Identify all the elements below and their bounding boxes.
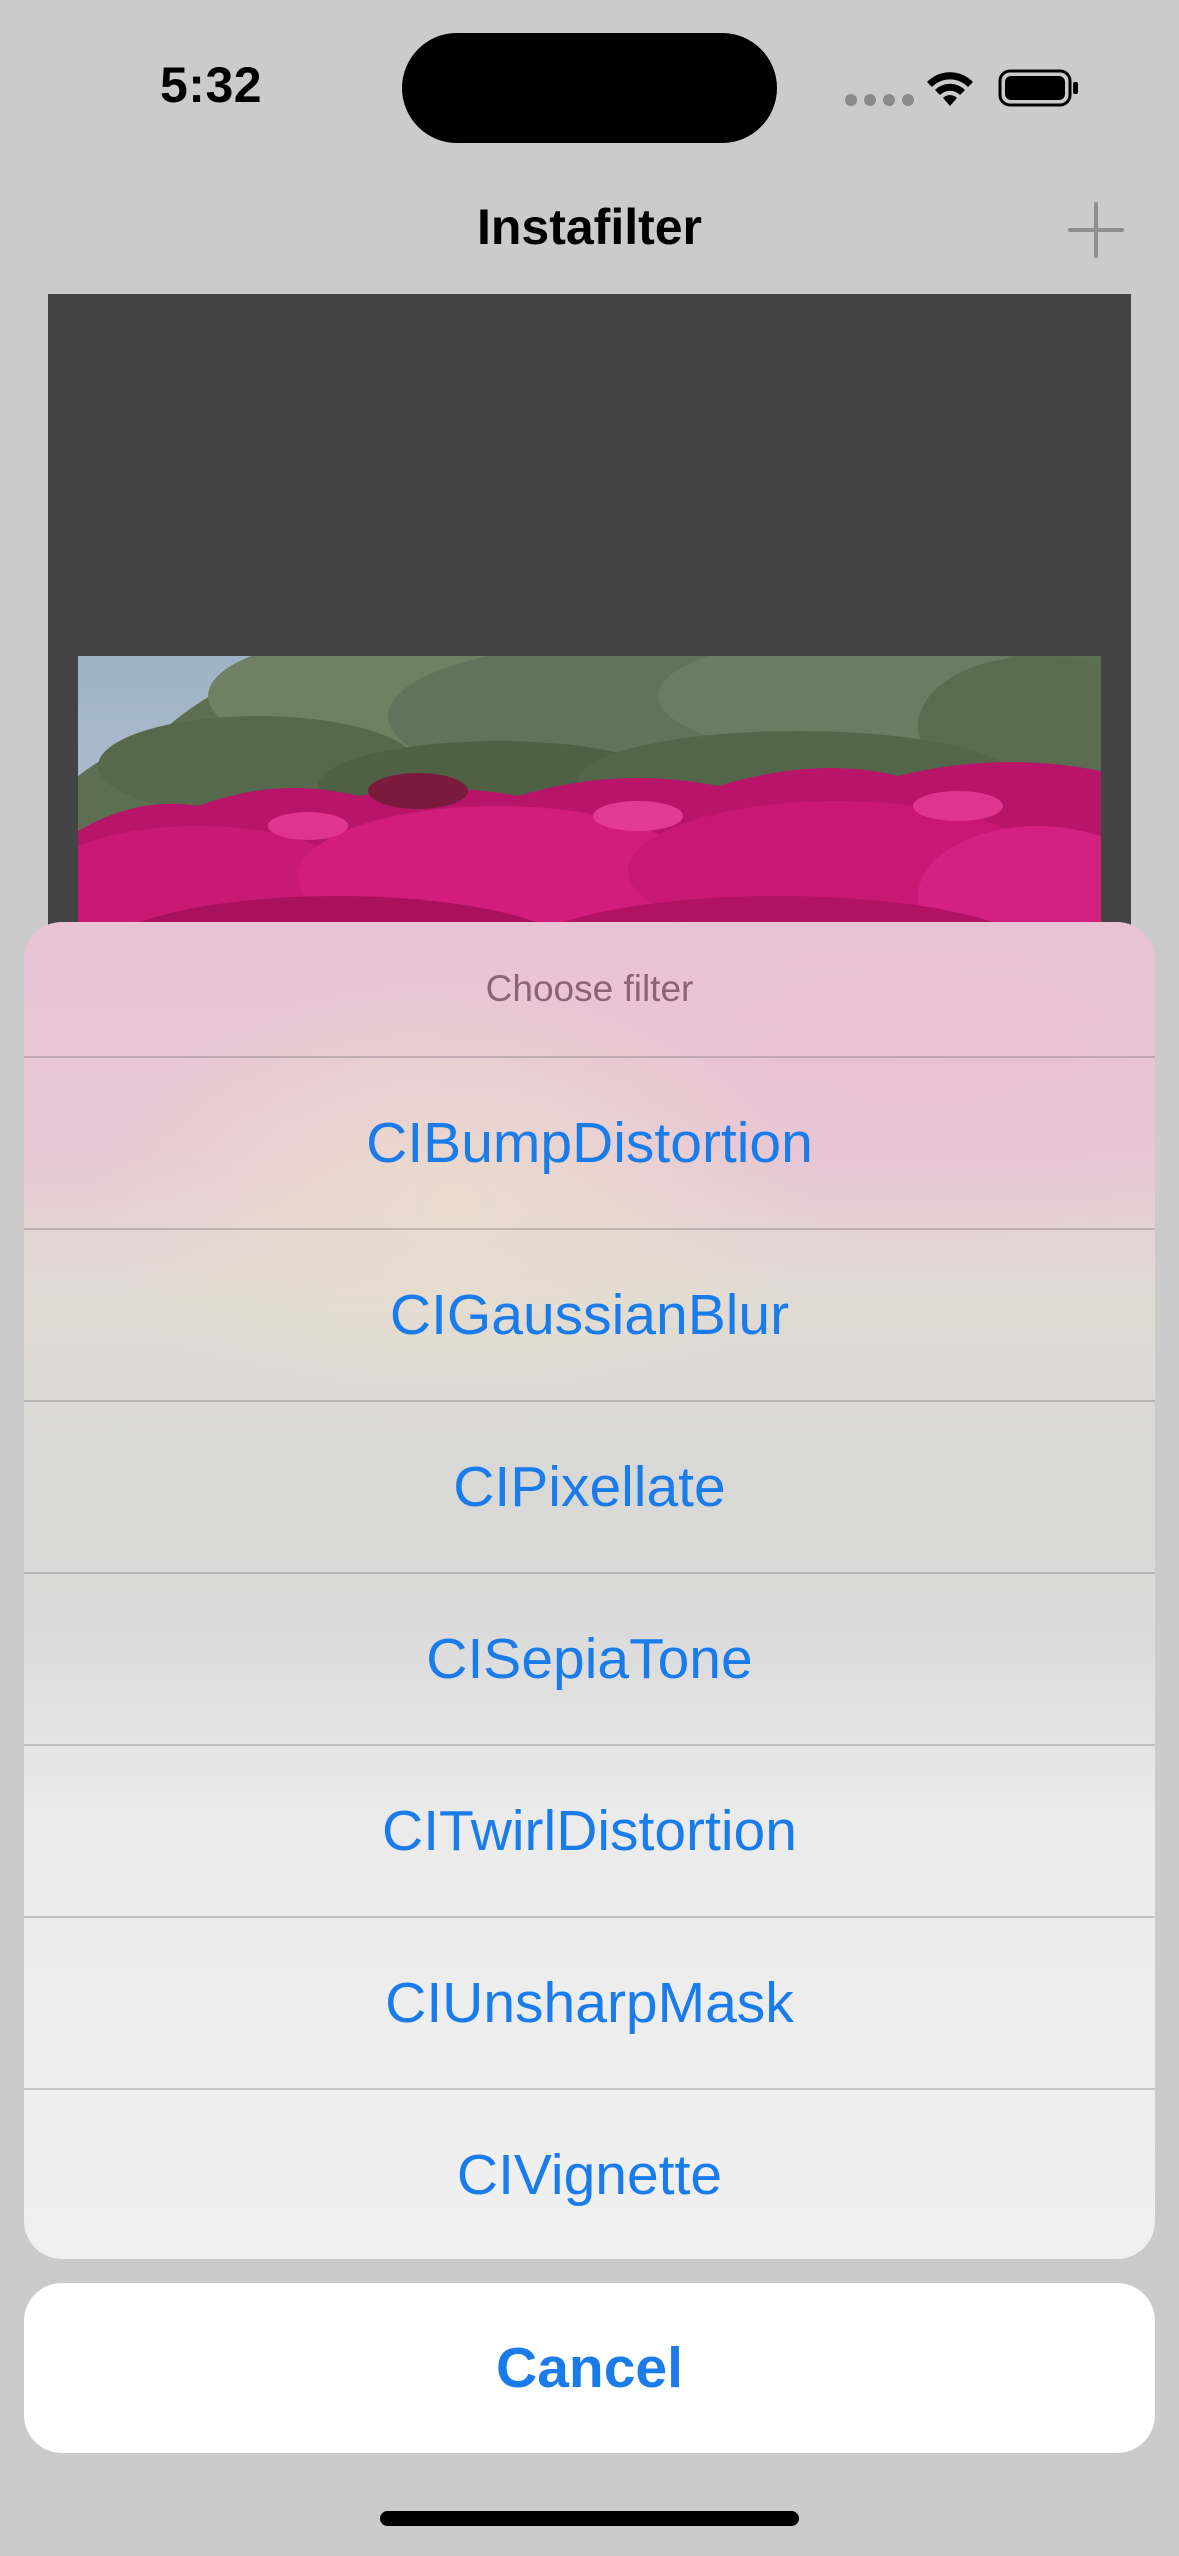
plus-icon[interactable] xyxy=(1064,198,1128,262)
filter-option[interactable]: CIPixellate xyxy=(24,1402,1155,1574)
battery-icon xyxy=(998,69,1078,107)
filter-option[interactable]: CIVignette xyxy=(24,2090,1155,2259)
filter-option[interactable]: CIBumpDistortion xyxy=(24,1058,1155,1230)
image-panel[interactable] xyxy=(48,294,1131,994)
status-icons xyxy=(845,64,1085,114)
wifi-icon xyxy=(927,72,973,106)
filter-option[interactable]: CIGaussianBlur xyxy=(24,1230,1155,1402)
filter-option[interactable]: CISepiaTone xyxy=(24,1574,1155,1746)
home-indicator xyxy=(380,2511,799,2526)
nav-title: Instafilter xyxy=(476,199,703,255)
dynamic-island xyxy=(402,33,777,143)
cancel-button[interactable]: Cancel xyxy=(24,2283,1155,2453)
action-sheet: Choose filter CIBumpDistortion CIGaussia… xyxy=(24,922,1155,2259)
filter-option[interactable]: CIUnsharpMask xyxy=(24,1918,1155,2090)
cellular-dots-icon xyxy=(845,94,914,106)
action-sheet-title: Choose filter xyxy=(24,922,1155,1058)
filter-option[interactable]: CITwirlDistortion xyxy=(24,1746,1155,1918)
status-time: 5:32 xyxy=(160,57,263,113)
